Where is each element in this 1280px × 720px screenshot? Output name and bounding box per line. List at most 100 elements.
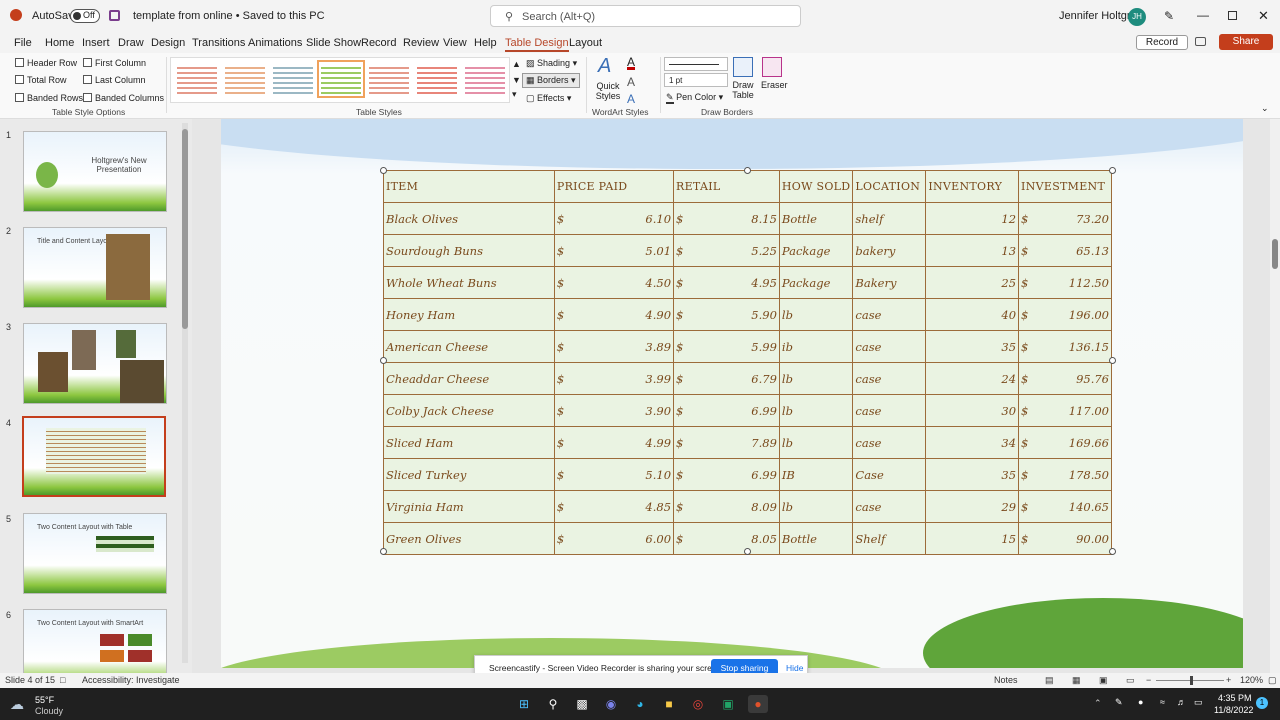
table-cell[interactable]: lb [778, 362, 854, 395]
table-cell[interactable]: $4.90 [553, 298, 675, 331]
eraser-icon[interactable] [762, 57, 782, 77]
table-cell[interactable]: 35 [925, 458, 1020, 491]
table-cell[interactable]: $95.76 [1018, 362, 1112, 395]
slideshow-icon[interactable]: ▭ [1126, 675, 1135, 686]
column-header[interactable]: PRICE PAID [553, 170, 675, 203]
table-cell[interactable]: Whole Wheat Buns [383, 266, 555, 299]
chrome-icon[interactable]: ◎ [688, 695, 708, 713]
tab-slide-show[interactable]: Slide Show [306, 37, 361, 49]
notification-badge[interactable]: 1 [1256, 697, 1268, 709]
last-column-checkbox[interactable]: Last Column [83, 75, 146, 85]
slide-thumbnail-4[interactable] [22, 416, 166, 497]
table-cell[interactable]: $5.10 [553, 458, 675, 491]
slide-thumbnail-2[interactable]: Title and Content Layo [23, 227, 167, 308]
table-cell[interactable]: Sourdough Buns [383, 234, 555, 267]
table-cell[interactable]: $6.99 [673, 458, 780, 491]
table-cell[interactable]: 25 [925, 266, 1020, 299]
table-style-1[interactable] [177, 64, 217, 94]
task-view-icon[interactable]: ▩ [572, 695, 592, 713]
table-cell[interactable]: Virginia Ham [383, 490, 555, 523]
table-cell[interactable]: case [852, 330, 927, 363]
gallery-more-icon[interactable]: ▾ [512, 89, 517, 100]
inventory-table[interactable]: ITEM PRICE PAID RETAIL HOW SOLD LOCATION INVE… [383, 170, 1112, 555]
first-column-checkbox[interactable]: First Column [83, 58, 146, 68]
shading-button[interactable]: ▨ Shading ▾ [526, 58, 577, 69]
share-button[interactable]: Share [1219, 34, 1273, 50]
banded-rows-checkbox[interactable]: Banded Rows [15, 93, 83, 103]
resize-handle[interactable] [380, 357, 387, 364]
tab-view[interactable]: View [443, 37, 467, 49]
table-cell[interactable]: $6.10 [553, 202, 675, 235]
quick-styles-icon[interactable]: A [598, 55, 611, 78]
pen-color-button[interactable]: ✎ Pen Color ▾ [666, 92, 723, 104]
start-icon[interactable]: ⊞ [514, 695, 534, 713]
volume-icon[interactable]: ♬ [1177, 697, 1186, 707]
normal-view-icon[interactable]: ▤ [1045, 675, 1054, 686]
table-cell[interactable]: Bakery [852, 266, 927, 299]
tab-table-design[interactable]: Table Design [505, 37, 569, 52]
hide-button[interactable]: Hide [786, 663, 803, 673]
table-cell[interactable]: IB [778, 458, 854, 491]
column-header[interactable]: HOW SOLD [778, 170, 854, 203]
table-cell[interactable]: case [852, 426, 927, 459]
column-header[interactable]: LOCATION [852, 170, 927, 203]
excel-icon[interactable]: ▣ [718, 695, 738, 713]
table-cell[interactable]: $90.00 [1018, 522, 1112, 555]
clock-time[interactable]: 4:35 PM [1218, 693, 1252, 703]
table-cell[interactable]: $178.50 [1018, 458, 1112, 491]
fit-slide-icon[interactable]: ▢ [1268, 675, 1277, 686]
table-cell[interactable]: $8.09 [673, 490, 780, 523]
file-name[interactable]: template from online • Saved to this PC [133, 10, 325, 22]
table-cell[interactable]: $8.05 [673, 522, 780, 555]
search-input[interactable]: ⚲ Search (Alt+Q) [490, 5, 801, 27]
text-outline-icon[interactable]: A [627, 75, 635, 89]
table-cell[interactable]: 12 [925, 202, 1020, 235]
collapse-ribbon-icon[interactable]: ⌄ [1261, 103, 1269, 114]
table-cell[interactable]: 30 [925, 394, 1020, 427]
table-cell[interactable]: 29 [925, 490, 1020, 523]
slide-thumbnail-5[interactable]: Two Content Layout with Table [23, 513, 167, 594]
table-cell[interactable]: American Cheese [383, 330, 555, 363]
tab-file[interactable]: File [14, 37, 32, 49]
comments-icon[interactable] [1195, 37, 1206, 46]
zoom-level[interactable]: 120% [1240, 675, 1263, 685]
table-cell[interactable]: 40 [925, 298, 1020, 331]
chat-icon[interactable]: ◉ [601, 695, 621, 713]
minimize-icon[interactable]: — [1197, 8, 1209, 22]
clock-date[interactable]: 11/8/2022 [1214, 705, 1253, 715]
resize-handle[interactable] [1109, 167, 1116, 174]
spellcheck-icon[interactable]: □ [60, 675, 65, 685]
thumbnails-scrollbar[interactable] [182, 123, 188, 663]
close-icon[interactable]: ✕ [1258, 8, 1269, 24]
reading-view-icon[interactable]: ▣ [1099, 675, 1108, 686]
tab-insert[interactable]: Insert [82, 37, 110, 49]
table-cell[interactable]: $140.65 [1018, 490, 1112, 523]
text-effects-icon[interactable]: A [627, 92, 635, 106]
table-cell[interactable]: $8.15 [673, 202, 780, 235]
zoom-in-icon[interactable]: + [1226, 675, 1231, 685]
table-cell[interactable]: Bottle [778, 522, 854, 555]
table-cell[interactable]: lb [778, 298, 854, 331]
table-cell[interactable]: $4.99 [553, 426, 675, 459]
table-cell[interactable]: Package [778, 234, 854, 267]
tab-draw[interactable]: Draw [118, 37, 144, 49]
zoom-slider-thumb[interactable] [1190, 676, 1193, 685]
gallery-down-icon[interactable]: ▼ [512, 75, 521, 85]
pen-icon[interactable]: ✎ [1164, 9, 1174, 23]
tab-design[interactable]: Design [151, 37, 185, 49]
slide-scrollbar[interactable] [1270, 119, 1280, 673]
table-cell[interactable]: $6.79 [673, 362, 780, 395]
table-cell[interactable]: $5.25 [673, 234, 780, 267]
table-cell[interactable]: $3.99 [553, 362, 675, 395]
banded-columns-checkbox[interactable]: Banded Columns [83, 93, 164, 103]
pen-weight-dropdown[interactable]: 1 pt [664, 73, 728, 87]
notes-button[interactable]: Notes [994, 675, 1018, 685]
table-cell[interactable]: $4.95 [673, 266, 780, 299]
table-cell[interactable]: Case [852, 458, 927, 491]
table-style-3[interactable] [273, 64, 313, 94]
table-cell[interactable]: $117.00 [1018, 394, 1112, 427]
quick-styles-button[interactable]: Quick Styles [594, 81, 622, 101]
table-cell[interactable]: $3.90 [553, 394, 675, 427]
record-button[interactable]: Record [1136, 35, 1188, 50]
table-style-7[interactable] [465, 64, 505, 94]
